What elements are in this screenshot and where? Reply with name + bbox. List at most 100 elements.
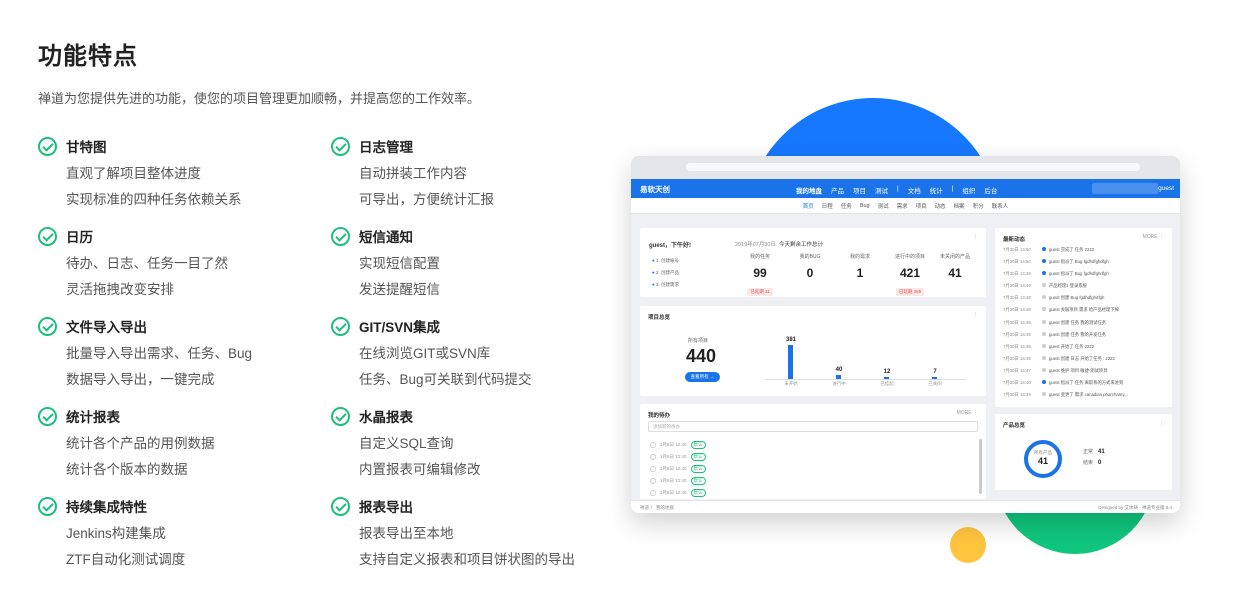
dynamics-row: 7月30日 14:49 产品经理1 登录系统 xyxy=(1003,283,1164,295)
todo-row: 1月8日 12:40 默认 xyxy=(650,477,706,485)
mock-appbar: 易软天创 我的地盘 产品 项目 测试 | 文档 统计 | 组织 后台 guest xyxy=(631,179,1180,198)
dynamics-time: 7月30日 14:49 xyxy=(1003,283,1031,289)
page-title: 功能特点 xyxy=(38,43,138,70)
dynamics-time: 7月30日 14:39 xyxy=(1003,392,1031,398)
dynamics-time: 7月30日 14:48 xyxy=(1003,295,1031,301)
stat-value: 0 xyxy=(806,266,814,280)
checkbox-icon xyxy=(650,442,656,448)
todo-date: 1月8日 12:40 xyxy=(660,442,687,447)
mock-subnav-item: 需求 xyxy=(896,203,908,210)
feature-head: 日历 xyxy=(38,225,318,247)
chart-category-label: 未开始 xyxy=(784,381,798,386)
welcome-steps: 1. 创建帐号2. 创建产品3. 创建需求 xyxy=(652,255,679,291)
welcome-greeting: guest，下午好! xyxy=(649,243,692,249)
kebab-icon: ⋮ xyxy=(973,312,978,318)
dynamics-row: 7月30日 14:40 guest 指派了 任务 离职系的方式来进到 xyxy=(1003,380,1164,392)
feature-line: 支持自定义报表和项目饼状图的导出 xyxy=(359,552,575,567)
status-dot-icon xyxy=(1042,307,1046,312)
dynamics-text: 产品经理1 登录系统 xyxy=(1049,283,1087,289)
mock-subnav-item: 测试 xyxy=(877,203,889,210)
status-dot-icon xyxy=(1042,380,1046,385)
status-dot-icon xyxy=(1042,259,1046,264)
mock-main-nav: 我的地盘 产品 项目 测试 | 文档 统计 | 组织 后台 xyxy=(796,185,997,195)
product-overview-title: 产品总览 xyxy=(1003,423,1026,429)
stat-tag: 已延期 389 xyxy=(895,288,925,296)
dynamics-time: 7月30日 14:47 xyxy=(1003,367,1031,373)
project-total-value: 440 xyxy=(686,346,717,366)
todo-tag: 默认 xyxy=(690,441,706,449)
feature-title: 日历 xyxy=(66,230,93,245)
status-dot-icon xyxy=(1042,271,1046,276)
todo-title: 我的待办 xyxy=(648,413,671,419)
mock-subnav-item: 积分 xyxy=(972,203,984,210)
dynamics-text: guest 完成了 任务 2222 xyxy=(1049,247,1095,252)
feature-line: 待办、日志、任务一目了然 xyxy=(66,256,228,271)
dynamics-title: 最新动态 xyxy=(1003,237,1026,243)
dynamics-time: 7月30日 14:48 xyxy=(1003,307,1031,313)
dynamics-row: 7月30日 14:48 guest 开始了 任务 2222 xyxy=(1003,343,1164,356)
feature-item: 报表导出 报表导出至本地 支持自定义报表和项目饼状图的导出 xyxy=(331,495,611,573)
status-dot-icon xyxy=(1042,319,1046,324)
feature-line: 灵活拖拽改变安排 xyxy=(66,282,174,297)
todo-row: 1月8日 12:40 默认 xyxy=(650,489,706,497)
feature-line: 实现标准的四种任务依赖关系 xyxy=(66,192,242,207)
dynamics-more: MORE ⋮ xyxy=(1142,234,1164,240)
chart-category-label: 已挂起 xyxy=(880,381,894,386)
feature-line: 统计各个产品的用例数据 xyxy=(66,436,215,451)
todo-tag: 默认 xyxy=(690,477,706,485)
dynamics-row: 7月30日 14:47 guest 维护 项目 敏捷-测试项目 xyxy=(1003,367,1164,380)
status-dot-icon xyxy=(1042,392,1046,397)
welcome-stat: 未关闭的产品 41 xyxy=(930,253,980,280)
feature-head: 短信通知 xyxy=(331,225,611,247)
todo-row: 1月8日 12:40 默认 xyxy=(650,453,706,461)
dynamics-row: 7月30日 14:48 guest 创建 Bug fgdhdfghdfgh xyxy=(1003,295,1164,307)
dynamics-time: 7月30日 14:48 xyxy=(1003,343,1031,349)
check-circle-icon xyxy=(38,316,57,336)
mock-subnav-item: 档案 xyxy=(953,203,965,210)
feature-head: 持续集成特性 xyxy=(38,495,318,517)
feature-title: 文件导入导出 xyxy=(66,320,147,335)
mock-nav-item: 项目 xyxy=(853,188,866,195)
dynamics-text: guest 维护 项目 敏捷-测试项目 xyxy=(1049,367,1108,373)
todo-row: 1月8日 12:40 默认 xyxy=(650,441,706,449)
mock-subnav-item: 动态 xyxy=(934,203,946,210)
feature-line: 发送提醒短信 xyxy=(359,282,440,297)
dynamics-row: 7月30日 14:50 guest 指派了 Bug fgdhdfghdfgh xyxy=(1003,259,1164,271)
mock-nav-item: 测试 xyxy=(875,188,888,195)
todo-tag: 默认 xyxy=(690,489,706,497)
welcome-stat: 进行中的项目 421 已延期 389 xyxy=(885,253,935,298)
mock-nav-item: 后台 xyxy=(984,188,998,195)
feature-item: 文件导入导出 批量导入导出需求、任务、Bug 数据导入导出，一键完成 xyxy=(38,315,318,393)
stat-label: 进行中的项目 xyxy=(894,254,925,260)
dynamics-text: guest 指派了 Bug fgdhdfghdfgh xyxy=(1049,259,1109,265)
stat-value: 99 xyxy=(753,266,767,280)
status-dot-icon xyxy=(1042,283,1046,288)
todo-date: 1月8日 12:40 xyxy=(660,466,687,471)
feature-item: GIT/SVN集成 在线浏览GIT或SVN库 任务、Bug可关联到代码提交 xyxy=(331,315,611,393)
checkbox-icon xyxy=(650,454,656,460)
mock-nav-item: 文档 xyxy=(907,188,921,195)
feature-head: 报表导出 xyxy=(331,495,611,517)
view-all-projects-button: 查看所有 → xyxy=(685,372,720,382)
project-overview-card: 项目总览 ⋮ 所有项目 440 查看所有 → 381 未开始 40 进行中 12 已挂起 7… xyxy=(640,306,986,396)
mock-subnav-item: 联系人 xyxy=(991,203,1009,210)
dynamics-row: 7月30日 14:49 guest 指派了 Bug fgdhdfghdfgh xyxy=(1003,271,1164,283)
mock-subnav-item: 项目 xyxy=(915,203,927,210)
checkbox-icon xyxy=(650,466,656,472)
kebab-icon: ⋮ xyxy=(973,234,978,240)
dynamics-time: 7月30日 14:50 xyxy=(1003,259,1031,265)
feature-line: 批量导入导出需求、任务、Bug xyxy=(66,346,253,361)
dynamics-list: 7月30日 14:50 guest 完成了 任务 2222 7月30日 14:50 g… xyxy=(1003,247,1164,404)
todo-date: 1月8日 12:40 xyxy=(660,454,687,459)
product-overview-card: 产品总览 ⋮ 所有产品 41 正常 41 结束 0 xyxy=(995,414,1172,490)
todo-tag: 默认 xyxy=(690,453,706,461)
welcome-date: 2019年07月30日 今天剩余工作总计 xyxy=(735,242,824,248)
feature-head: 甘特图 xyxy=(38,135,318,157)
check-circle-icon xyxy=(38,496,57,516)
dynamics-row: 7月30日 14:48 guest 创建 任务 我的测试任务 xyxy=(1003,319,1164,332)
chart-bar xyxy=(836,375,841,379)
scrollbar xyxy=(979,439,982,494)
stat-value: 41 xyxy=(948,266,962,280)
page-subtitle: 禅道为您提供先进的功能，使您的项目管理更加顺畅，并提高您的工作效率。 xyxy=(38,91,481,106)
feature-head: 水晶报表 xyxy=(331,405,611,427)
